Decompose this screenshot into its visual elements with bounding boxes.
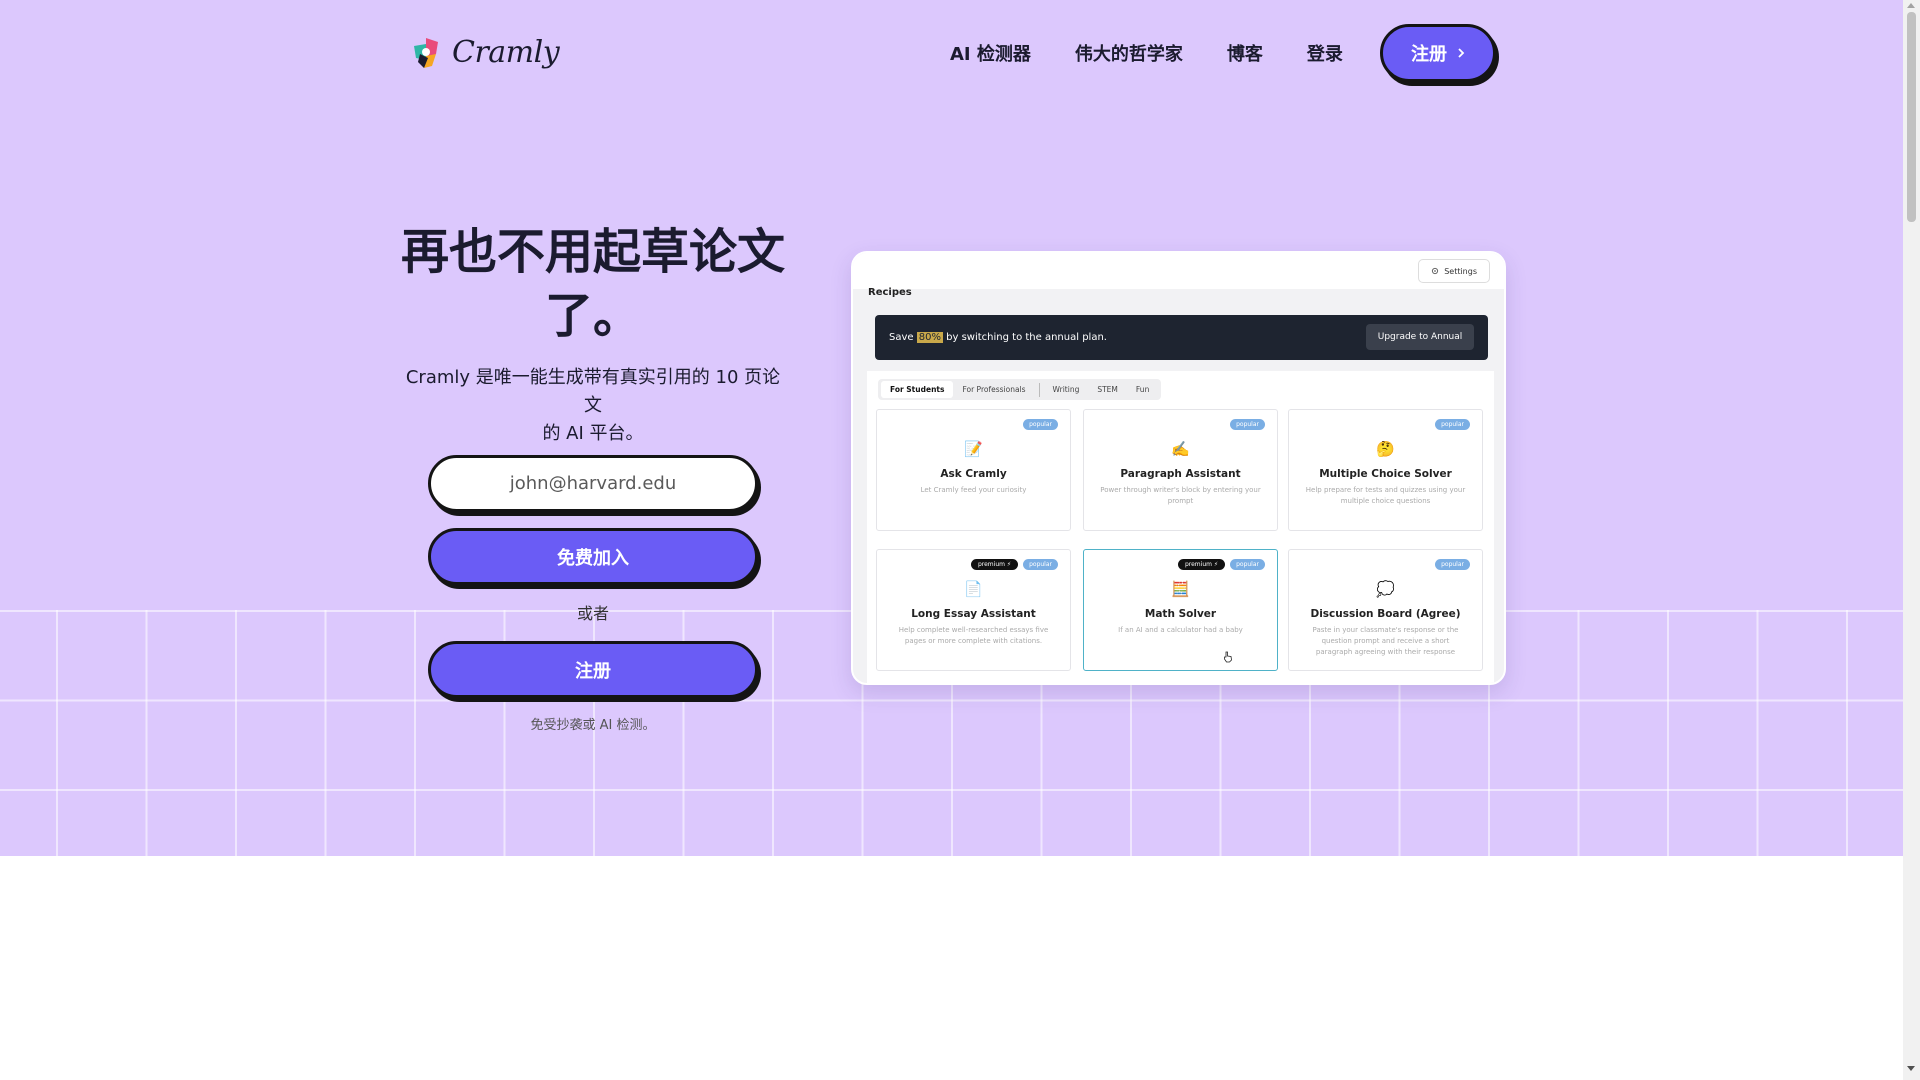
scroll-down-icon[interactable] [1907, 1066, 1915, 1071]
preview-upgrade-banner: Save 80% by switching to the annual plan… [875, 315, 1488, 360]
email-input[interactable] [428, 455, 758, 512]
subhead-line-2: 的 AI 平台。 [542, 423, 644, 444]
nav-signup-label: 注册 [1411, 44, 1447, 65]
scroll-thumb[interactable] [1907, 12, 1916, 222]
recipe-card-title: Multiple Choice Solver [1319, 468, 1452, 480]
preview-upgrade-button: Upgrade to Annual [1366, 324, 1474, 350]
page-scrollbar[interactable] [1903, 0, 1920, 1080]
nav-link-blog[interactable]: 博客 [1227, 40, 1263, 66]
scroll-up-icon[interactable] [1907, 3, 1915, 8]
headline-line-2: 了。 [544, 288, 641, 344]
popular-badge: popular [1230, 419, 1265, 430]
recipe-card-math-solver: premium ⚡ popular 🧮 Math Solver If an AI… [1083, 549, 1278, 671]
premium-badge: premium ⚡ [1177, 559, 1226, 570]
gear-icon [1432, 267, 1439, 275]
preview-tab-fun: Fun [1135, 385, 1150, 394]
nav-signup-button[interactable]: 注册 [1380, 24, 1496, 82]
preview-settings-label: Settings [1444, 266, 1477, 276]
preview-recipes-title: Recipes [868, 287, 912, 298]
nav-link-ai-detector[interactable]: AI 检测器 [950, 40, 1031, 66]
brand-logo[interactable]: Cramly [406, 30, 560, 74]
recipe-card-title: Ask Cramly [940, 468, 1007, 480]
popular-badge: popular [1023, 559, 1058, 570]
recipe-card-desc: Power through writer's block by entering… [1100, 486, 1261, 505]
app-preview: Settings Recipes Save 80% by switching t… [851, 251, 1506, 685]
hero-headline: 再也不用起草论文 了。 [393, 220, 793, 348]
recipe-card-title: Math Solver [1144, 608, 1217, 620]
popular-badge: popular [1435, 559, 1470, 570]
recipe-card-discussion-board: popular 💭 Discussion Board (Agree) Paste… [1288, 549, 1483, 671]
nav-link-philosophers[interactable]: 伟大的哲学家 [1075, 40, 1183, 66]
preview-tabs: For Students For Professionals Writing S… [878, 379, 1162, 400]
logo-icon [414, 38, 438, 68]
hero-note: 免受抄袭或 AI 检测。 [530, 718, 656, 733]
preview-tab-stem: STEM [1097, 385, 1118, 394]
recipe-card-title: Discussion Board (Agree) [1310, 608, 1461, 620]
recipe-card-desc: Help prepare for tests and quizzes using… [1305, 486, 1466, 505]
recipe-card-multiple-choice: popular 🤔 Multiple Choice Solver Help pr… [1288, 409, 1483, 531]
preview-settings-button: Settings [1418, 259, 1490, 283]
top-nav: AI 检测器 伟大的哲学家 博客 登录 [950, 24, 1387, 82]
document-icon: 📄 [964, 580, 983, 598]
recipe-card-title: Long Essay Assistant [911, 608, 1036, 620]
recipe-card-desc: Let Cramly feed your curiosity [920, 486, 1027, 494]
popular-badge: popular [1023, 419, 1058, 430]
preview-tab-writing: Writing [1052, 385, 1080, 394]
preview-tab-separator [1038, 382, 1040, 397]
signup-button[interactable]: 注册 [428, 641, 758, 698]
notepad-icon: 📝 [964, 440, 983, 458]
thought-bubble-icon: 💭 [1376, 580, 1395, 598]
recipe-card-paragraph-assistant: popular ✍️ Paragraph Assistant Power thr… [1083, 409, 1278, 531]
preview-recipes-panel: For Students For Professionals Writing S… [867, 371, 1494, 683]
brand-name: Cramly [452, 34, 560, 70]
join-free-button[interactable]: 免费加入 [428, 528, 758, 585]
premium-badge: premium ⚡ [970, 559, 1019, 570]
preview-topbar: Settings [853, 253, 1504, 289]
recipe-card-ask-cramly: popular 📝 Ask Cramly Let Cramly feed you… [876, 409, 1071, 531]
subhead-line-1: Cramly 是唯一能生成带有真实引用的 10 页论文 [405, 367, 781, 416]
popular-badge: popular [1435, 419, 1470, 430]
or-divider: 或者 [576, 604, 609, 623]
hero-subhead: Cramly 是唯一能生成带有真实引用的 10 页论文 的 AI 平台。 [398, 364, 788, 448]
recipe-card-long-essay: premium ⚡ popular 📄 Long Essay Assistant… [876, 549, 1071, 671]
popular-badge: popular [1230, 559, 1265, 570]
thinking-face-icon: 🤔 [1376, 440, 1395, 458]
banner-prefix: Save [889, 332, 917, 343]
recipe-card-desc: Paste in your classmate's response or th… [1312, 626, 1459, 656]
recipe-card-title: Paragraph Assistant [1120, 468, 1241, 480]
preview-tab-students: For Students [881, 381, 954, 398]
recipe-card-desc: Help complete well-researched essays fiv… [898, 626, 1049, 645]
nav-link-login[interactable]: 登录 [1307, 40, 1343, 66]
recipe-card-desc: If an AI and a calculator had a baby [1118, 626, 1243, 634]
hand-cursor-icon [1224, 651, 1232, 663]
headline-line-1: 再也不用起草论文 [400, 224, 785, 280]
banner-highlight: 80% [916, 332, 943, 343]
hero-section: Cramly AI 检测器 伟大的哲学家 博客 登录 注册 再也不用起草论文 了… [0, 0, 1903, 856]
abacus-icon: 🧮 [1171, 580, 1190, 598]
chevron-right-icon [1458, 48, 1465, 58]
preview-tab-professionals: For Professionals [962, 385, 1026, 394]
banner-suffix: by switching to the annual plan. [942, 332, 1107, 343]
writing-hand-icon: ✍️ [1171, 440, 1190, 458]
